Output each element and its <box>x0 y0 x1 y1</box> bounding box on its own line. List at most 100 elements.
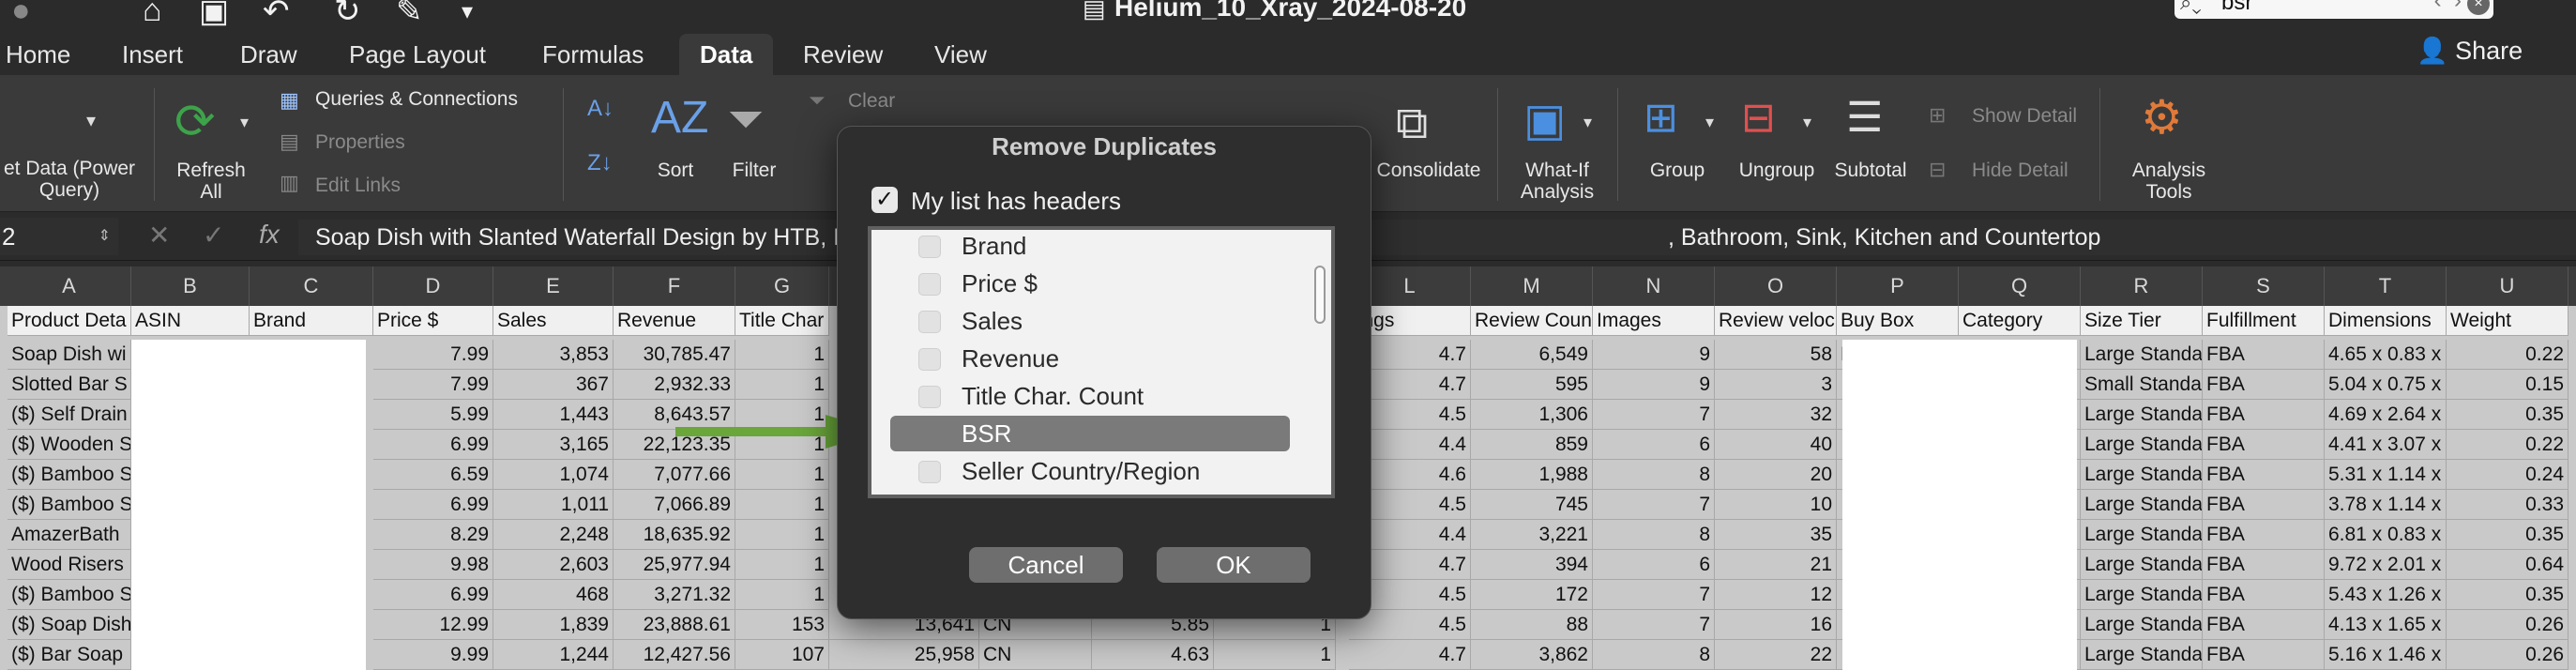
table-cell[interactable]: 7 <box>1593 400 1715 430</box>
chevron-down-icon[interactable]: ▾ <box>1803 113 1811 132</box>
list-item[interactable]: Seller Country/Region <box>871 453 1312 489</box>
table-cell[interactable]: 8 <box>1593 520 1715 550</box>
consolidate-button[interactable]: Consolidate <box>1368 160 1490 181</box>
table-cell[interactable]: CN <box>979 640 1092 670</box>
table-cell[interactable]: 9.99 <box>373 640 493 670</box>
column-header[interactable]: F <box>614 266 735 306</box>
tab-page-layout[interactable]: Page Layout <box>349 34 486 75</box>
table-cell[interactable]: 6.99 <box>373 430 493 460</box>
window-button-icon[interactable]: ● <box>11 0 31 29</box>
table-cell[interactable]: FBA <box>2203 400 2325 430</box>
table-cell[interactable]: 1 <box>735 580 829 610</box>
table-cell[interactable]: 25,958 <box>829 640 979 670</box>
table-cell[interactable]: 5.31 x 1.14 x <box>2325 460 2447 490</box>
column-header[interactable]: S <box>2203 266 2325 306</box>
table-cell[interactable]: 172 <box>1471 580 1593 610</box>
chevron-down-icon[interactable]: ▾ <box>86 109 96 132</box>
table-cell[interactable]: 1,011 <box>493 490 614 520</box>
table-cell[interactable]: 12,427.56 <box>614 640 735 670</box>
table-cell[interactable]: 3.78 x 1.14 x <box>2325 490 2447 520</box>
ok-button[interactable]: OK <box>1157 547 1311 583</box>
get-data-button[interactable]: et Data (Power Query) <box>0 158 144 201</box>
cancel-button[interactable]: Cancel <box>969 547 1123 583</box>
header-cell[interactable]: Category <box>1959 306 2081 336</box>
table-cell[interactable]: FBA <box>2203 550 2325 580</box>
table-cell[interactable]: Large Standa <box>2081 340 2203 370</box>
header-cell[interactable]: Price $ <box>373 306 493 336</box>
table-cell[interactable]: 4.63 <box>1092 640 1214 670</box>
table-cell[interactable]: 6 <box>1593 430 1715 460</box>
table-cell[interactable]: Large Standa <box>2081 400 2203 430</box>
table-cell[interactable]: 0.24 <box>2447 460 2568 490</box>
cancel-entry-icon[interactable]: ✕ <box>148 220 170 251</box>
table-cell[interactable]: 6.81 x 0.83 x <box>2325 520 2447 550</box>
table-cell[interactable]: Large Standa <box>2081 460 2203 490</box>
table-cell[interactable]: 0.33 <box>2447 490 2568 520</box>
table-cell[interactable]: 5.43 x 1.26 x <box>2325 580 2447 610</box>
tab-data[interactable]: Data <box>679 34 774 75</box>
headers-label[interactable]: My list has headers <box>911 187 1121 216</box>
table-cell[interactable]: 3,271.32 <box>614 580 735 610</box>
table-cell[interactable]: 1 <box>735 520 829 550</box>
table-cell[interactable]: 1,443 <box>493 400 614 430</box>
header-cell[interactable]: Weight <box>2447 306 2568 336</box>
table-cell[interactable]: 3,853 <box>493 340 614 370</box>
table-cell[interactable]: 1 <box>735 340 829 370</box>
table-cell[interactable]: 58 <box>1715 340 1837 370</box>
table-cell[interactable]: 8 <box>1593 640 1715 670</box>
table-cell[interactable]: 12.99 <box>373 610 493 640</box>
header-cell[interactable]: Buy Box <box>1837 306 1959 336</box>
table-cell[interactable]: 20 <box>1715 460 1837 490</box>
table-cell[interactable]: 22 <box>1715 640 1837 670</box>
table-cell[interactable]: 394 <box>1471 550 1593 580</box>
table-cell[interactable]: 10 <box>1715 490 1837 520</box>
header-cell[interactable]: Review veloc <box>1715 306 1837 336</box>
save-icon[interactable]: ▣ <box>199 0 229 30</box>
table-cell[interactable]: 9 <box>1593 340 1715 370</box>
table-cell[interactable]: 367 <box>493 370 614 400</box>
refresh-all-icon[interactable]: ⟳ <box>174 94 216 150</box>
table-cell[interactable]: 23,888.61 <box>614 610 735 640</box>
table-cell[interactable]: FBA <box>2203 370 2325 400</box>
columns-listbox[interactable]: Brand Price $ Sales Revenue Title Char. … <box>868 226 1335 498</box>
table-cell[interactable]: ($) Soap Dish <box>8 610 131 640</box>
column-header[interactable]: E <box>493 266 614 306</box>
tab-review[interactable]: Review <box>803 34 883 75</box>
more-icon[interactable]: ▾ <box>462 0 473 25</box>
formula-input[interactable]: Soap Dish with Slanted Waterfall Design … <box>298 220 2576 255</box>
table-cell[interactable]: 9 <box>1593 370 1715 400</box>
table-cell[interactable]: 8 <box>1593 460 1715 490</box>
table-cell[interactable]: 153 <box>735 610 829 640</box>
column-header[interactable]: O <box>1715 266 1837 306</box>
search-nav[interactable]: ‹ › <box>2434 0 2462 13</box>
header-cell[interactable]: Brand <box>250 306 373 336</box>
checkbox[interactable] <box>918 311 941 333</box>
headers-checkbox[interactable]: ✓ <box>871 187 898 213</box>
table-cell[interactable]: ($) Bamboo S <box>8 490 131 520</box>
table-cell[interactable]: 4.65 x 0.83 x <box>2325 340 2447 370</box>
table-cell[interactable]: 2,603 <box>493 550 614 580</box>
header-cell[interactable]: Images <box>1593 306 1715 336</box>
column-header[interactable]: B <box>131 266 250 306</box>
table-cell[interactable]: FBA <box>2203 430 2325 460</box>
stepper-icon[interactable]: ⇕ <box>98 218 111 255</box>
column-header[interactable]: Q <box>1959 266 2081 306</box>
header-cell[interactable]: Size Tier <box>2081 306 2203 336</box>
show-detail-button[interactable]: Show Detail <box>1972 105 2077 127</box>
table-cell[interactable]: FBA <box>2203 520 2325 550</box>
table-cell[interactable]: 4.7 <box>1349 640 1471 670</box>
table-cell[interactable]: 1,074 <box>493 460 614 490</box>
subtotal-icon[interactable]: ☰ <box>1846 94 1883 142</box>
table-cell[interactable]: 107 <box>735 640 829 670</box>
header-cell[interactable]: Fulfillment <box>2203 306 2325 336</box>
table-cell[interactable]: AmazerBath <box>8 520 131 550</box>
table-cell[interactable]: 6.59 <box>373 460 493 490</box>
consolidate-icon[interactable]: ⧉ <box>1396 98 1428 150</box>
name-box[interactable]: 2 ⇕ <box>0 218 118 255</box>
header-cell[interactable]: ASIN <box>131 306 250 336</box>
table-cell[interactable]: 7 <box>1593 580 1715 610</box>
table-cell[interactable]: 1,839 <box>493 610 614 640</box>
table-cell[interactable]: FBA <box>2203 610 2325 640</box>
table-cell[interactable]: 0.22 <box>2447 340 2568 370</box>
checkbox[interactable] <box>918 236 941 258</box>
